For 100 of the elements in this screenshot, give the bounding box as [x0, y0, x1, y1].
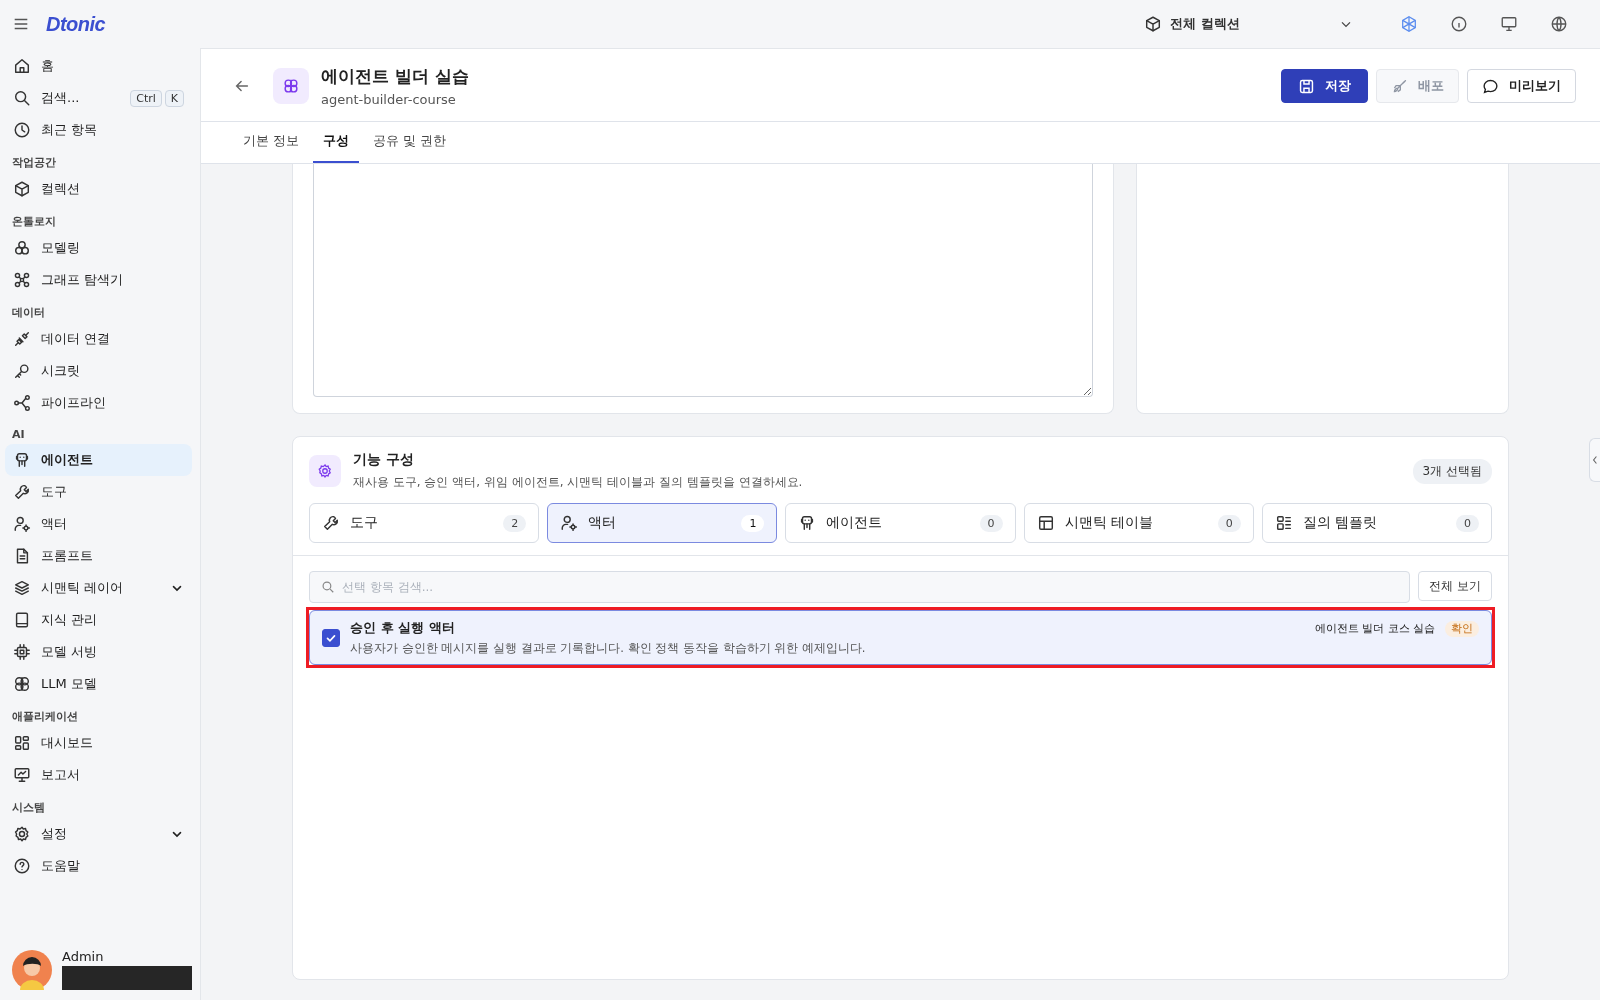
item-label: 지식 관리: [41, 611, 99, 629]
sidebar-item[interactable]: 지식 관리: [5, 604, 192, 636]
shortcut-key: K: [164, 89, 184, 107]
nodes-icon: [13, 394, 31, 412]
sidebar-item[interactable]: 에이전트: [5, 444, 192, 476]
category-tab[interactable]: 질의 템플릿 0: [1261, 503, 1492, 543]
chat-bubble-icon: [1482, 77, 1499, 95]
plug-icon: [13, 330, 31, 348]
page-subtitle: agent-builder-course: [321, 92, 457, 107]
sidebar-item[interactable]: 대시보드: [5, 727, 192, 759]
shortcut-key: Ctrl: [130, 89, 162, 107]
chip-icon: [13, 643, 31, 661]
book-icon: [13, 611, 31, 629]
section-heading: 온톨로지: [11, 214, 57, 230]
item-label: 설정: [41, 825, 68, 843]
collapse-handle[interactable]: [1589, 438, 1600, 482]
sidebar-item[interactable]: 홈: [5, 50, 192, 82]
item-label: 홈: [41, 57, 55, 75]
page-title: 에이전트 빌더 실습: [321, 65, 469, 88]
search-icon: [13, 89, 31, 107]
count-badge: 1: [741, 514, 765, 532]
wrench-icon: [322, 514, 340, 532]
item-label: 컬렉션: [41, 180, 81, 198]
clock-icon: [13, 121, 31, 139]
home-icon: [13, 57, 31, 75]
sidebar-item[interactable]: 도움말: [5, 850, 192, 882]
section-heading: AI: [11, 427, 26, 443]
layers-icon: [13, 579, 31, 597]
sidebar-item[interactable]: 데이터 연결: [5, 323, 192, 355]
sidebar-item[interactable]: 보고서: [5, 759, 192, 791]
count-badge: 0: [1217, 514, 1241, 532]
item-label: 보고서: [41, 766, 81, 784]
sidebar-item[interactable]: 설정: [5, 818, 192, 850]
settings-icon: [309, 455, 341, 487]
item-label: 액터: [41, 515, 68, 533]
avatar[interactable]: [12, 949, 52, 990]
sidebar-item[interactable]: 모델링: [5, 232, 192, 264]
robot-icon: [13, 451, 31, 469]
help-icon: [13, 857, 31, 875]
sidebar-item[interactable]: 검색... Ctrl K: [5, 82, 192, 114]
user-name: Admin: [62, 949, 105, 964]
item-label: 파이프라인: [41, 394, 107, 412]
sidebar-item[interactable]: 도구: [5, 476, 192, 508]
item-label: 시크릿: [41, 362, 81, 380]
sidebar-item[interactable]: 파이프라인: [5, 387, 192, 419]
key-icon: [13, 362, 31, 380]
search-field[interactable]: 선택 항목 검색...: [309, 571, 1411, 603]
collection-select[interactable]: 전체 컬렉션: [1144, 15, 1354, 33]
sidebar-item[interactable]: 액터: [5, 508, 192, 540]
list-item[interactable]: 승인 후 실행 액터 사용자가 승인한 메시지를 실행 결과로 기록합니다. 확인 정책 동작을 학습하기 위한 예제입니다. 에이전트 빌더 코스 실습 확인: [309, 610, 1492, 665]
count-badge: 0: [979, 514, 1003, 532]
count-badge: 2: [503, 514, 527, 532]
checkbox[interactable]: [322, 628, 340, 647]
tab[interactable]: 기본 정보: [233, 122, 310, 163]
view-all-button[interactable]: 전체 보기: [1418, 571, 1492, 601]
section-heading: 애플리케이션: [11, 709, 79, 725]
info-icon[interactable]: [1450, 15, 1468, 33]
sidebar-item[interactable]: 시맨틱 레이어: [5, 572, 192, 604]
graph-icon: [13, 271, 31, 289]
save-button[interactable]: 저장: [1281, 69, 1368, 103]
logo[interactable]: Dtonic: [46, 12, 106, 36]
cube-icon: [13, 180, 31, 198]
item-label: 검색...: [41, 89, 81, 107]
sidebar-item[interactable]: 최근 항목: [5, 114, 192, 146]
settings-icon: [13, 825, 31, 843]
wrench-icon: [13, 483, 31, 501]
monitor-icon[interactable]: [1500, 15, 1518, 33]
item-label: LLM 모델: [41, 675, 98, 693]
save-icon: [1298, 77, 1315, 95]
item-title: 승인 후 실행 액터: [350, 619, 456, 637]
selected-count: 3개 선택됨: [1412, 458, 1492, 484]
globe-icon[interactable]: [1550, 15, 1568, 33]
item-description: 사용자가 승인한 메시지를 실행 결과로 기록합니다. 확인 정책 동작을 학습하기 위한 예제입니다.: [350, 641, 867, 656]
preview-button[interactable]: 미리보기: [1467, 69, 1576, 103]
presentation-icon: [13, 766, 31, 784]
category-tab[interactable]: 시맨틱 테이블 0: [1023, 503, 1254, 543]
category-tab[interactable]: 에이전트 0: [785, 503, 1016, 543]
sidebar-item[interactable]: 모델 서빙: [5, 636, 192, 668]
category-tab[interactable]: 도구 2: [309, 503, 540, 543]
network-icon[interactable]: [1400, 15, 1418, 33]
item-label: 시맨틱 레이어: [41, 579, 125, 597]
sidebar-item[interactable]: LLM 모델: [5, 668, 192, 700]
item-source: 에이전트 빌더 코스 실습: [1315, 622, 1435, 636]
item-label: 그래프 탐색기: [41, 271, 125, 289]
table-icon: [1036, 514, 1055, 532]
rocket-icon: [1391, 77, 1408, 95]
sidebar-item[interactable]: 그래프 탐색기: [5, 264, 192, 296]
panel-description: 재사용 도구, 승인 액터, 위임 에이전트, 시맨틱 테이블과 질의 템플릿을 연결하세요.: [353, 474, 804, 491]
sidebar-item[interactable]: 시크릿: [5, 355, 192, 387]
count-badge: 0: [1456, 514, 1479, 532]
template-icon: [1274, 514, 1293, 532]
sidebar-item[interactable]: 컬렉션: [5, 173, 192, 205]
status-tag: 확인: [1445, 621, 1479, 637]
cube-icon: [1144, 15, 1162, 33]
section-heading: 데이터: [11, 305, 46, 321]
sidebar-item[interactable]: 프롬프트: [5, 540, 192, 572]
tab[interactable]: 공유 및 권한: [363, 122, 457, 163]
category-tab[interactable]: 액터 1: [547, 503, 778, 543]
dashboard-icon: [13, 734, 31, 752]
section-heading: 시스템: [11, 800, 46, 816]
